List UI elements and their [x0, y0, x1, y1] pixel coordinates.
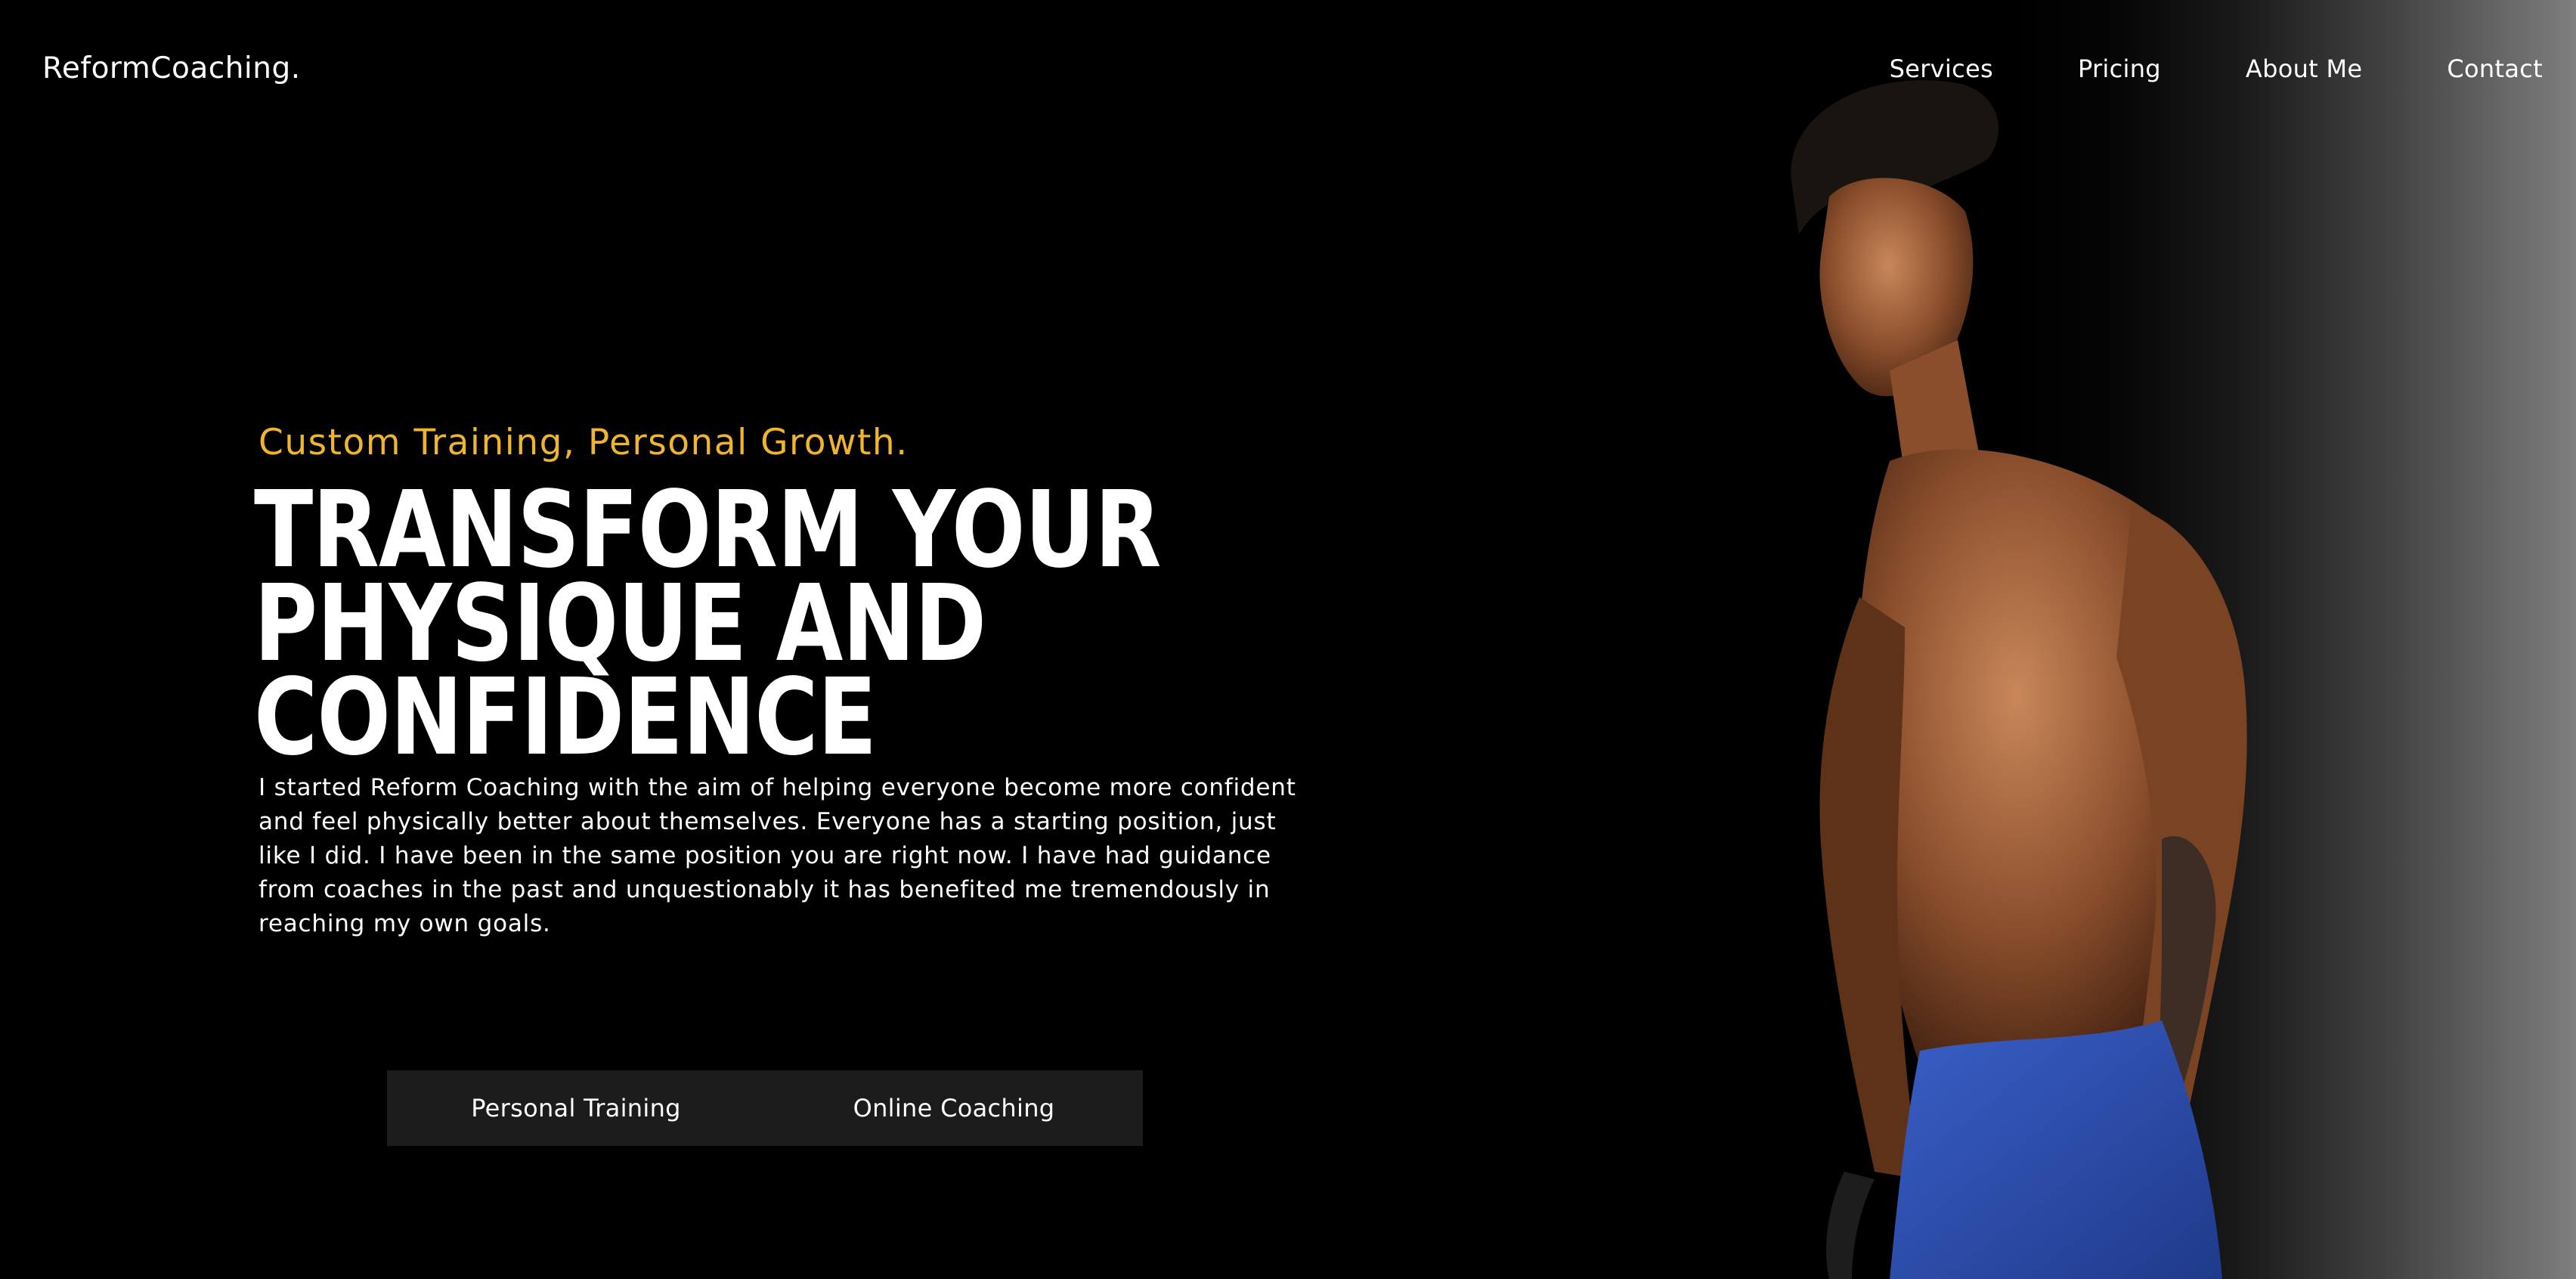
hero-photo: [1791, 80, 2247, 1279]
tab-personal-training[interactable]: Personal Training: [387, 1070, 765, 1146]
brand-logo[interactable]: ReformCoaching.: [42, 51, 301, 85]
hero-headline: TRANSFORM YOUR PHYSIQUE AND CONFIDENCE: [254, 478, 1162, 779]
hero-intro-text: I started Reform Coaching with the aim o…: [259, 774, 1296, 937]
page: ReformCoaching. Services Pricing About M…: [0, 0, 2576, 1279]
headline-line-3: CONFIDENCE: [254, 656, 877, 779]
nav-contact[interactable]: Contact: [2447, 54, 2543, 83]
tab-online-coaching[interactable]: Online Coaching: [765, 1070, 1143, 1146]
service-tab-bar: Personal Training Online Coaching: [387, 1070, 1143, 1146]
hero-tagline: Custom Training, Personal Growth.: [259, 422, 909, 463]
